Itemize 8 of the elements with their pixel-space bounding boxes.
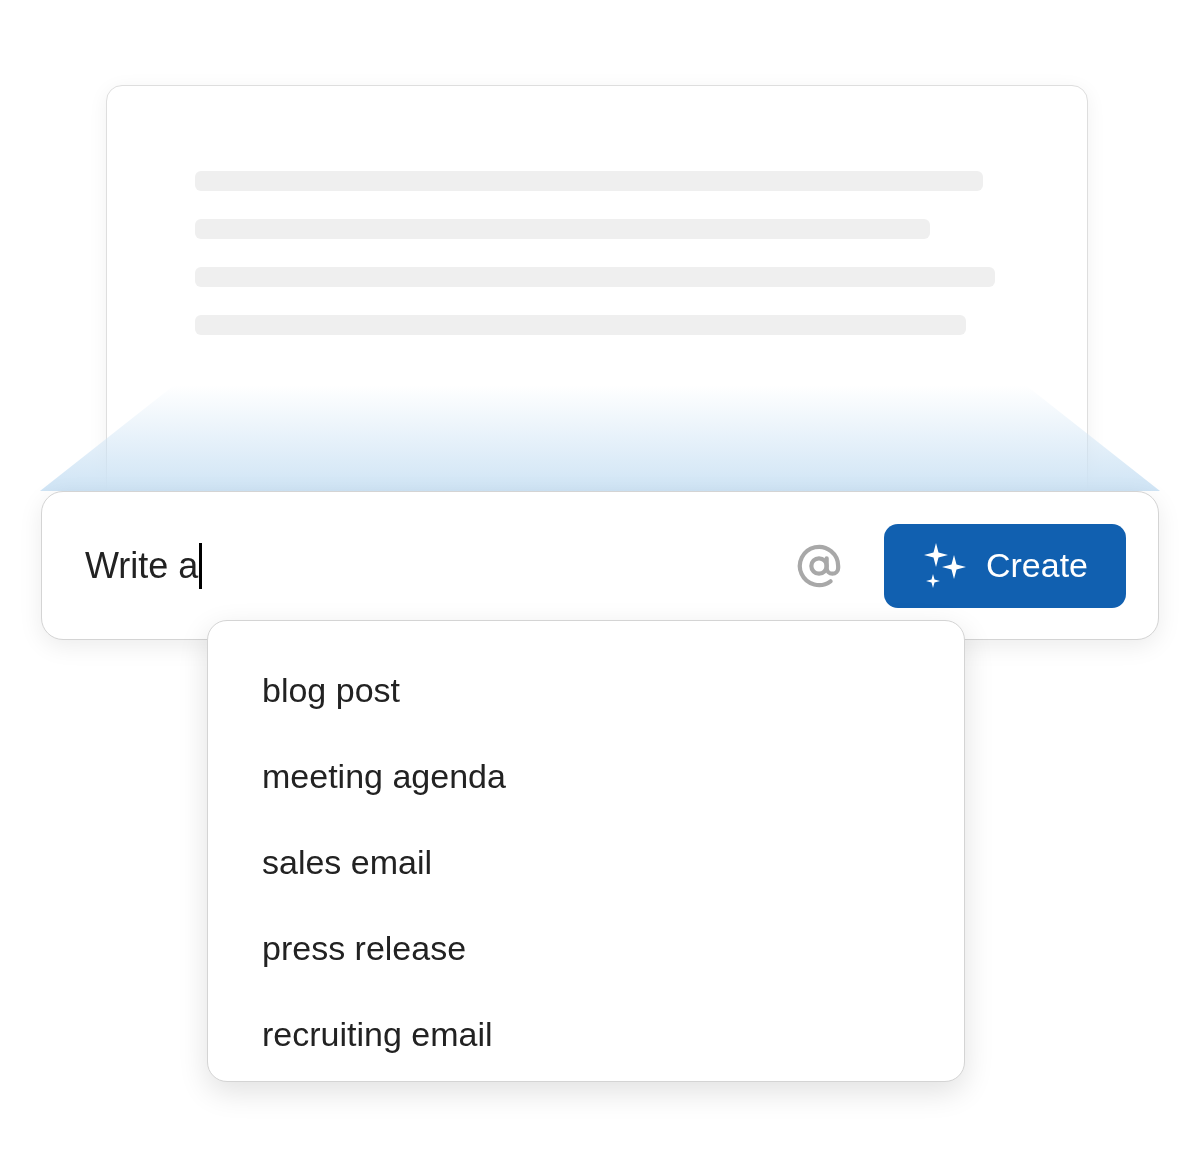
prompt-field[interactable]: Write a	[85, 542, 796, 589]
create-button[interactable]: Create	[884, 523, 1126, 608]
suggestion-item[interactable]: press release	[208, 905, 964, 991]
suggestion-item[interactable]: recruiting email	[208, 991, 964, 1077]
suggestion-item[interactable]: blog post	[208, 647, 964, 733]
at-sign-icon[interactable]	[796, 542, 842, 589]
suggestion-item[interactable]: meeting agenda	[208, 733, 964, 819]
suggestion-item[interactable]: sales email	[208, 819, 964, 905]
